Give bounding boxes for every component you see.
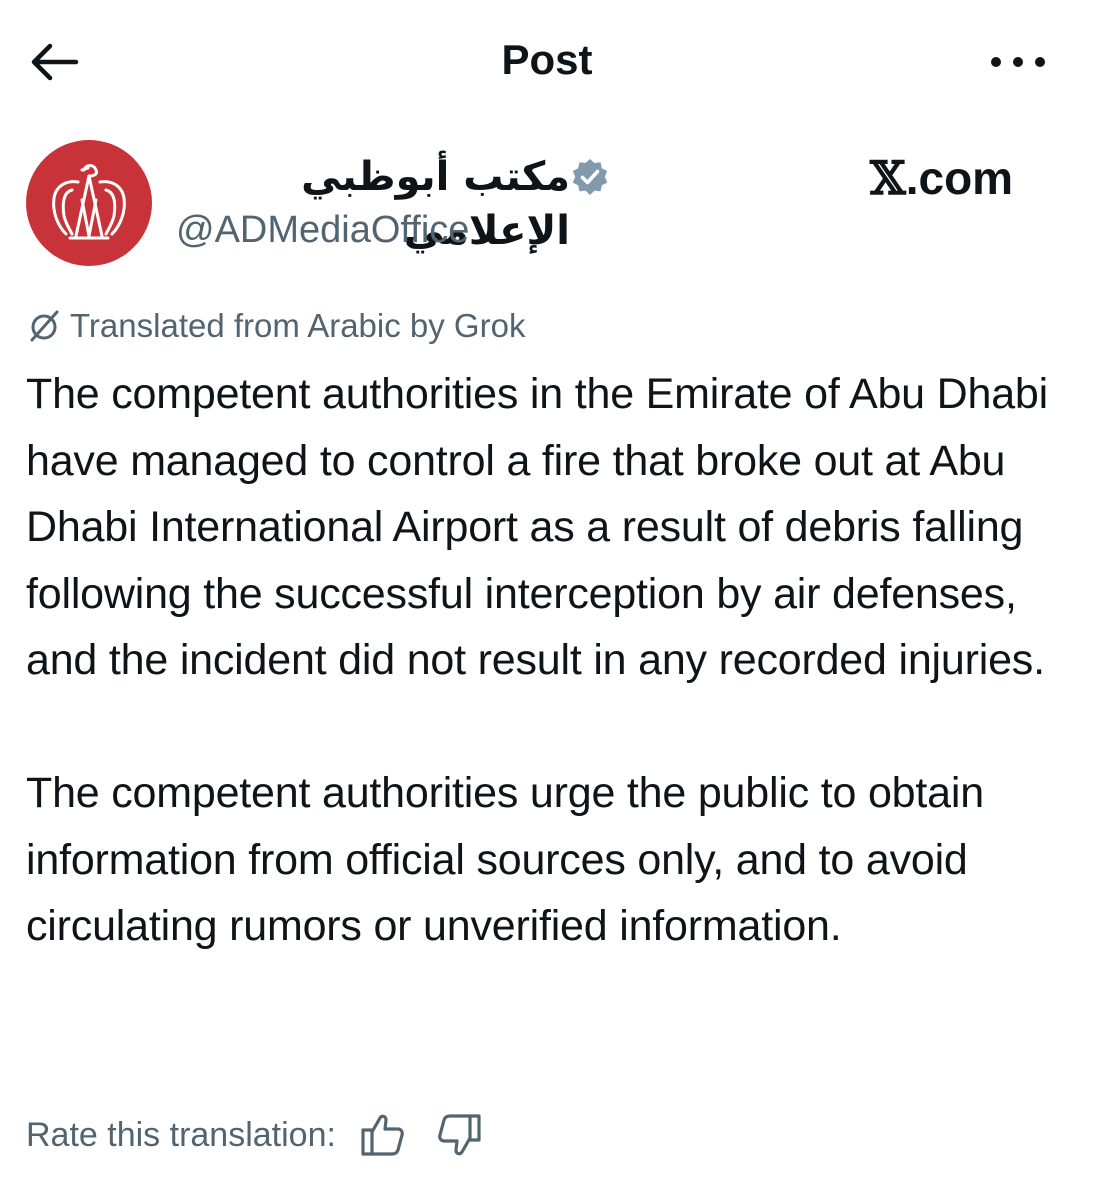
thumbs-down-icon [438,1114,481,1156]
translation-notice[interactable]: Translated from Arabic by Grok [26,304,525,348]
grok-icon [26,308,62,344]
author-name[interactable]: مكتب أبوظبي الإعلامي [170,150,570,254]
more-horizontal-icon [991,57,1045,67]
post-paragraph: The competent authorities in the Emirate… [26,370,1048,684]
brand-domain: .com [905,152,1014,204]
rate-label: Rate this translation: [26,1115,336,1154]
translation-note-text: Translated from Arabic by Grok [70,307,526,344]
thumbs-down-button[interactable] [434,1110,484,1160]
avatar[interactable] [26,140,152,266]
more-button[interactable] [986,44,1050,80]
post-paragraph: The competent authorities urge the publi… [26,769,984,950]
falcon-logo-icon [52,164,126,240]
thumbs-up-icon [361,1114,404,1156]
x-com-watermark: 𝕏.com [870,150,1050,206]
x-logo: 𝕏 [870,151,906,205]
post-page: Post مكتب أبوظبي الإعلامي @ADMediaOffice… [0,0,1094,1200]
thumbs-up-button[interactable] [358,1110,408,1160]
verified-icon [572,159,608,195]
top-bar: Post [0,0,1094,120]
post-text: The competent authorities in the Emirate… [26,361,1076,960]
page-title: Post [501,36,593,83]
verified-badge [570,157,610,197]
rate-translation: Rate this translation: [26,1108,510,1162]
author-handle[interactable]: @ADMediaOffice [176,206,469,254]
